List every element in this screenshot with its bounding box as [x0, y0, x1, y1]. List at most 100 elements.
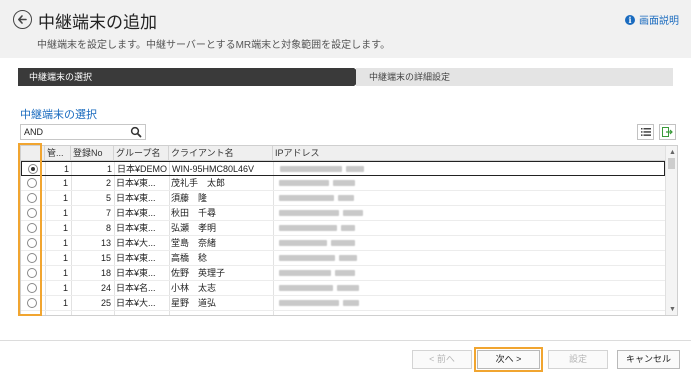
ip-redacted — [343, 210, 363, 216]
cell-kanri: 1 — [63, 164, 69, 174]
cell-kanri: 1 — [62, 208, 68, 218]
selection-column-highlight — [18, 143, 42, 316]
help-label: 画面説明 — [639, 16, 679, 27]
step-select-relay: 中継端末の選択 — [18, 68, 354, 86]
ip-redacted — [338, 195, 354, 201]
cell-reg-no: 2 — [105, 178, 111, 188]
column-settings-button[interactable] — [637, 124, 654, 140]
table-row[interactable]: 1 7 日本¥東... 秋田 千尋 — [21, 206, 665, 221]
page-title: 中継端末の追加 — [38, 13, 157, 32]
scroll-up-icon[interactable]: ▲ — [669, 149, 676, 156]
back-button[interactable] — [13, 10, 32, 29]
column-header-client[interactable]: クライアント名 — [169, 146, 273, 161]
table-row[interactable]: 1 8 日本¥東... 弘瀬 孝明 — [21, 221, 665, 236]
ip-redacted — [279, 270, 331, 276]
cell-reg-no: 24 — [100, 283, 111, 293]
ip-redacted — [341, 225, 355, 231]
page-subtitle: 中継端末を設定します。中継サーバーとするMR端末と対象範囲を設定します。 — [37, 40, 391, 51]
column-header-reg-no[interactable]: 登録No — [71, 146, 114, 161]
next-button-highlight — [474, 347, 543, 372]
cell-client: 弘瀬 孝明 — [171, 223, 217, 233]
cell-kanri: 1 — [62, 223, 68, 233]
table-header: 管... 登録No グループ名 クライアント名 IPアドレス — [21, 146, 665, 161]
ip-redacted — [331, 240, 355, 246]
table-row[interactable]: 1 15 日本¥東... 高橋 稔 — [21, 251, 665, 266]
cell-group: 日本¥東... — [116, 193, 156, 203]
cell-reg-no: 1 — [106, 164, 112, 174]
relay-terminal-table: 管... 登録No グループ名 クライアント名 IPアドレス 1 1 日本¥DEMO… — [20, 145, 678, 316]
cell-kanri: 1 — [62, 238, 68, 248]
ip-redacted — [279, 285, 333, 291]
cell-client: 堂島 奈緒 — [171, 238, 217, 248]
cell-client: 佐野 英理子 — [171, 268, 226, 278]
table-row[interactable]: 1 5 日本¥東... 須藤 隆 — [21, 191, 665, 206]
cell-group: 日本¥名... — [116, 283, 156, 293]
ip-redacted — [279, 240, 327, 246]
list-icon — [640, 128, 651, 136]
table-row[interactable]: 1 13 日本¥大... 堂島 奈緒 — [21, 236, 665, 251]
cell-group: 日本¥DEMO — [117, 164, 168, 174]
export-button[interactable] — [659, 124, 676, 140]
ip-redacted — [339, 255, 357, 261]
cell-group: 日本¥大... — [116, 238, 156, 248]
cell-kanri: 1 — [62, 178, 68, 188]
export-icon — [662, 127, 673, 137]
cell-reg-no: 7 — [105, 208, 111, 218]
prev-button[interactable]: < 前へ — [412, 350, 472, 369]
cell-client: 須藤 隆 — [171, 193, 208, 203]
cell-kanri: 1 — [62, 298, 68, 308]
table-row[interactable]: 1 25 日本¥大... 星野 道弘 — [21, 296, 665, 311]
header-panel: 中継端末の追加 中継端末を設定します。中継サーバーとするMR端末と対象範囲を設定… — [0, 0, 691, 58]
table-row[interactable]: 1 18 日本¥東... 佐野 英理子 — [21, 266, 665, 281]
cell-group: 日本¥東... — [116, 223, 156, 233]
ip-redacted — [333, 180, 355, 186]
cancel-button[interactable]: キャンセル — [617, 350, 680, 369]
footer-divider — [0, 340, 691, 341]
cell-kanri: 1 — [62, 193, 68, 203]
ip-redacted — [346, 166, 364, 172]
cell-reg-no: 5 — [105, 193, 111, 203]
ip-redacted — [335, 270, 355, 276]
search-input[interactable] — [21, 125, 129, 139]
column-header-ip[interactable]: IPアドレス — [273, 146, 665, 161]
cell-client: 高橋 稔 — [171, 253, 208, 263]
wizard-steps: 中継端末の選択 中継端末の詳細設定 — [18, 68, 673, 86]
arrow-left-icon — [18, 15, 27, 24]
cell-group: 日本¥大... — [116, 298, 156, 308]
table-row[interactable]: 1 24 日本¥名... 小林 太志 — [21, 281, 665, 296]
cell-group: 日本¥東... — [116, 208, 156, 218]
ip-redacted — [279, 180, 329, 186]
column-header-group[interactable]: グループ名 — [114, 146, 169, 161]
step-relay-details: 中継端末の詳細設定 — [356, 68, 673, 86]
cell-client: 茂礼手 太郎 — [171, 178, 226, 188]
cell-group: 日本¥東... — [116, 253, 156, 263]
ip-redacted — [279, 210, 339, 216]
cell-reg-no: 18 — [100, 268, 111, 278]
ip-redacted — [279, 300, 339, 306]
scroll-thumb[interactable] — [668, 158, 675, 169]
cell-client: 小林 太志 — [171, 283, 217, 293]
search-box — [20, 124, 146, 140]
search-icon[interactable] — [130, 126, 142, 138]
cell-client: 星野 道弘 — [171, 298, 217, 308]
table-row[interactable]: 1 1 日本¥DEMO WIN-95HMC80L46V — [21, 161, 665, 176]
column-header-kanri[interactable]: 管... — [45, 146, 71, 161]
section-title: 中継端末の選択 — [20, 109, 97, 121]
info-icon: i — [625, 14, 635, 25]
cell-reg-no: 15 — [100, 253, 111, 263]
cell-reg-no: 8 — [105, 223, 111, 233]
cell-group: 日本¥東... — [116, 268, 156, 278]
ip-redacted — [279, 195, 334, 201]
cell-reg-no: 25 — [100, 298, 111, 308]
cell-kanri: 1 — [62, 268, 68, 278]
cell-kanri: 1 — [62, 253, 68, 263]
ip-redacted — [280, 166, 342, 172]
ip-redacted — [279, 225, 337, 231]
settings-button[interactable]: 設定 — [548, 350, 608, 369]
table-row[interactable]: 1 2 日本¥東... 茂礼手 太郎 — [21, 176, 665, 191]
scroll-down-icon[interactable]: ▼ — [669, 306, 676, 313]
cell-kanri: 1 — [62, 283, 68, 293]
help-link[interactable]: i 画面説明 — [625, 12, 679, 27]
cell-client: WIN-95HMC80L46V — [172, 164, 255, 174]
vertical-scrollbar[interactable]: ▲ ▼ — [665, 146, 677, 315]
